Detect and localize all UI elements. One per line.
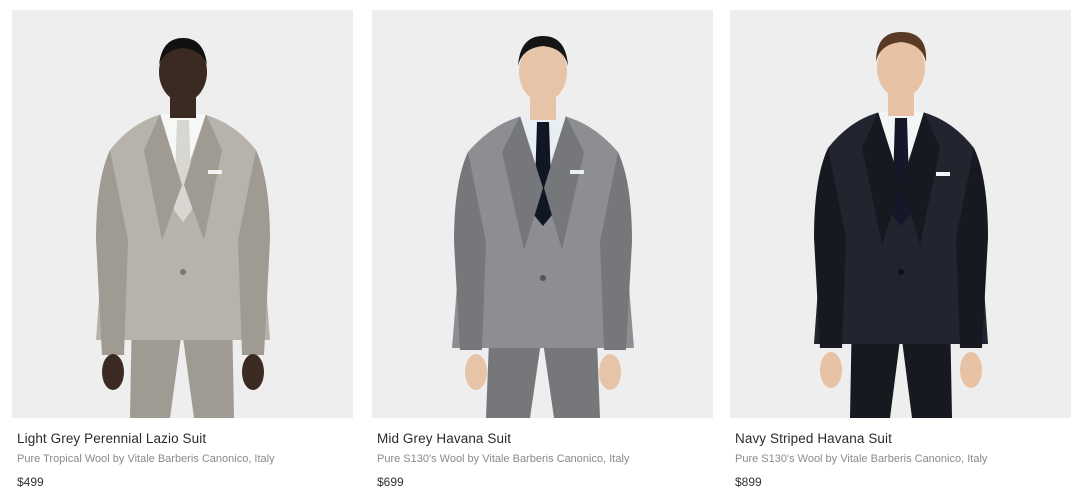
product-price: $499 <box>17 475 44 489</box>
product-card[interactable]: Navy Striped Havana Suit Pure S130's Woo… <box>730 10 1071 498</box>
product-price: $699 <box>377 475 404 489</box>
product-card[interactable]: Light Grey Perennial Lazio Suit Pure Tro… <box>12 10 353 498</box>
product-description: Pure S130's Wool by Vitale Barberis Cano… <box>377 453 630 465</box>
model-suit-illustration <box>372 10 713 418</box>
product-name[interactable]: Light Grey Perennial Lazio Suit <box>17 431 206 446</box>
model-suit-illustration <box>12 10 353 418</box>
product-image[interactable] <box>12 10 353 418</box>
product-name[interactable]: Mid Grey Havana Suit <box>377 431 511 446</box>
product-price: $899 <box>735 475 762 489</box>
product-name[interactable]: Navy Striped Havana Suit <box>735 431 892 446</box>
product-grid: Light Grey Perennial Lazio Suit Pure Tro… <box>0 0 1080 498</box>
model-suit-illustration <box>730 10 1071 418</box>
product-image[interactable] <box>730 10 1071 418</box>
product-description: Pure S130's Wool by Vitale Barberis Cano… <box>735 453 988 465</box>
product-card[interactable]: Mid Grey Havana Suit Pure S130's Wool by… <box>372 10 713 498</box>
product-image[interactable] <box>372 10 713 418</box>
product-description: Pure Tropical Wool by Vitale Barberis Ca… <box>17 453 275 465</box>
